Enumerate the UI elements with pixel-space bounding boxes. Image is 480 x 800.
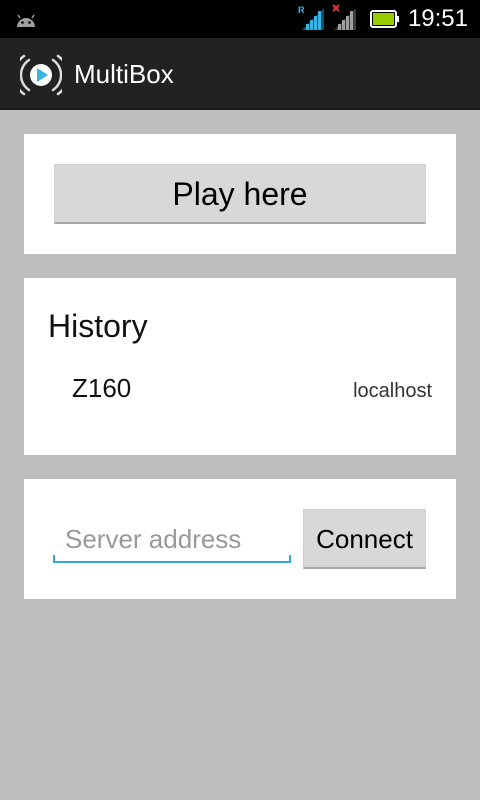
history-card: History Z160 localhost [24, 278, 456, 455]
multibox-logo-icon[interactable] [20, 54, 62, 96]
signal-roaming-icon: R [298, 5, 324, 30]
roaming-indicator: R [298, 5, 305, 15]
status-clock: 19:51 [407, 5, 468, 32]
history-heading: History [48, 308, 148, 344]
app-title: MultiBox [74, 59, 174, 89]
history-item-name: Z160 [72, 373, 132, 403]
status-bar: R 19:51 [0, 0, 480, 38]
connect-button[interactable]: Connect [303, 509, 426, 569]
play-card: Play here [24, 134, 456, 254]
signal-no-data-icon [332, 4, 356, 30]
android-icon [17, 14, 35, 27]
play-here-button[interactable]: Play here [54, 164, 426, 224]
connect-card: Connect [24, 479, 456, 599]
battery-icon [370, 10, 399, 28]
history-item-host: localhost [353, 380, 432, 402]
server-address-input[interactable] [53, 517, 291, 563]
action-bar: MultiBox [0, 38, 480, 110]
history-list-item[interactable]: Z160 localhost [48, 366, 432, 416]
